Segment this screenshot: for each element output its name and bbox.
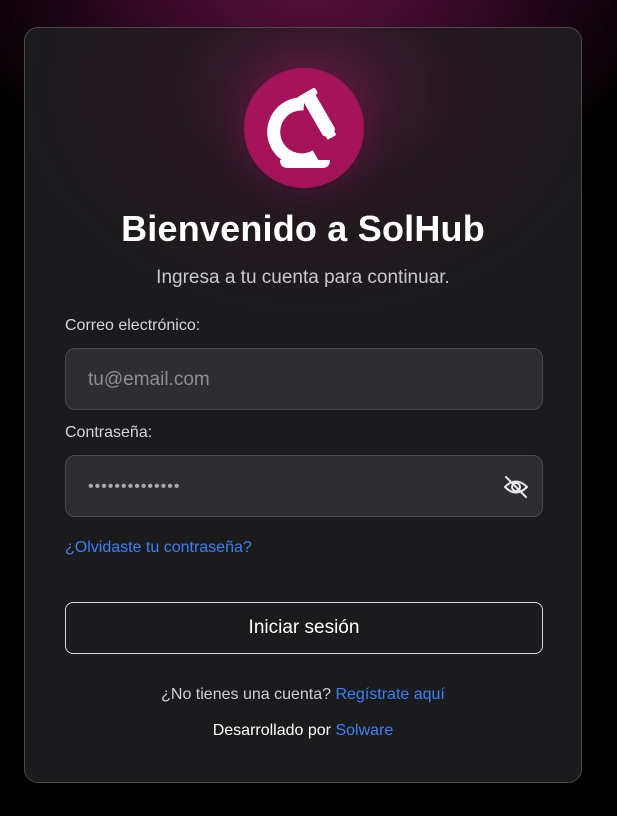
microscope-logo-icon	[267, 88, 336, 168]
email-field-container	[65, 348, 543, 411]
eye-off-icon[interactable]	[502, 473, 530, 501]
register-link[interactable]: Regístrate aquí	[335, 686, 444, 703]
developer-link[interactable]: Solware	[335, 722, 393, 739]
password-field[interactable]	[86, 456, 500, 518]
developer-credit: Desarrollado por Solware	[25, 722, 581, 740]
login-button[interactable]: Iniciar sesión	[65, 602, 543, 654]
login-card: Bienvenido a SolHub Ingresa a tu cuenta …	[24, 27, 582, 783]
page-subtitle: Ingresa a tu cuenta para continuar.	[156, 267, 450, 288]
developed-by-text: Desarrollado por	[212, 722, 331, 739]
password-label: Contraseña:	[65, 424, 153, 441]
login-page: Bienvenido a SolHub Ingresa a tu cuenta …	[0, 0, 617, 816]
solhub-logo	[244, 68, 364, 188]
page-title: Bienvenido a SolHub	[121, 208, 485, 249]
no-account-text: ¿No tienes una cuenta?	[161, 686, 332, 703]
email-label: Correo electrónico:	[65, 317, 201, 334]
signup-prompt: ¿No tienes una cuenta? Regístrate aquí	[25, 686, 581, 704]
password-field-container	[65, 455, 543, 518]
forgot-password-link[interactable]: ¿Olvidaste tu contraseña?	[65, 539, 252, 557]
email-field[interactable]	[86, 349, 500, 411]
